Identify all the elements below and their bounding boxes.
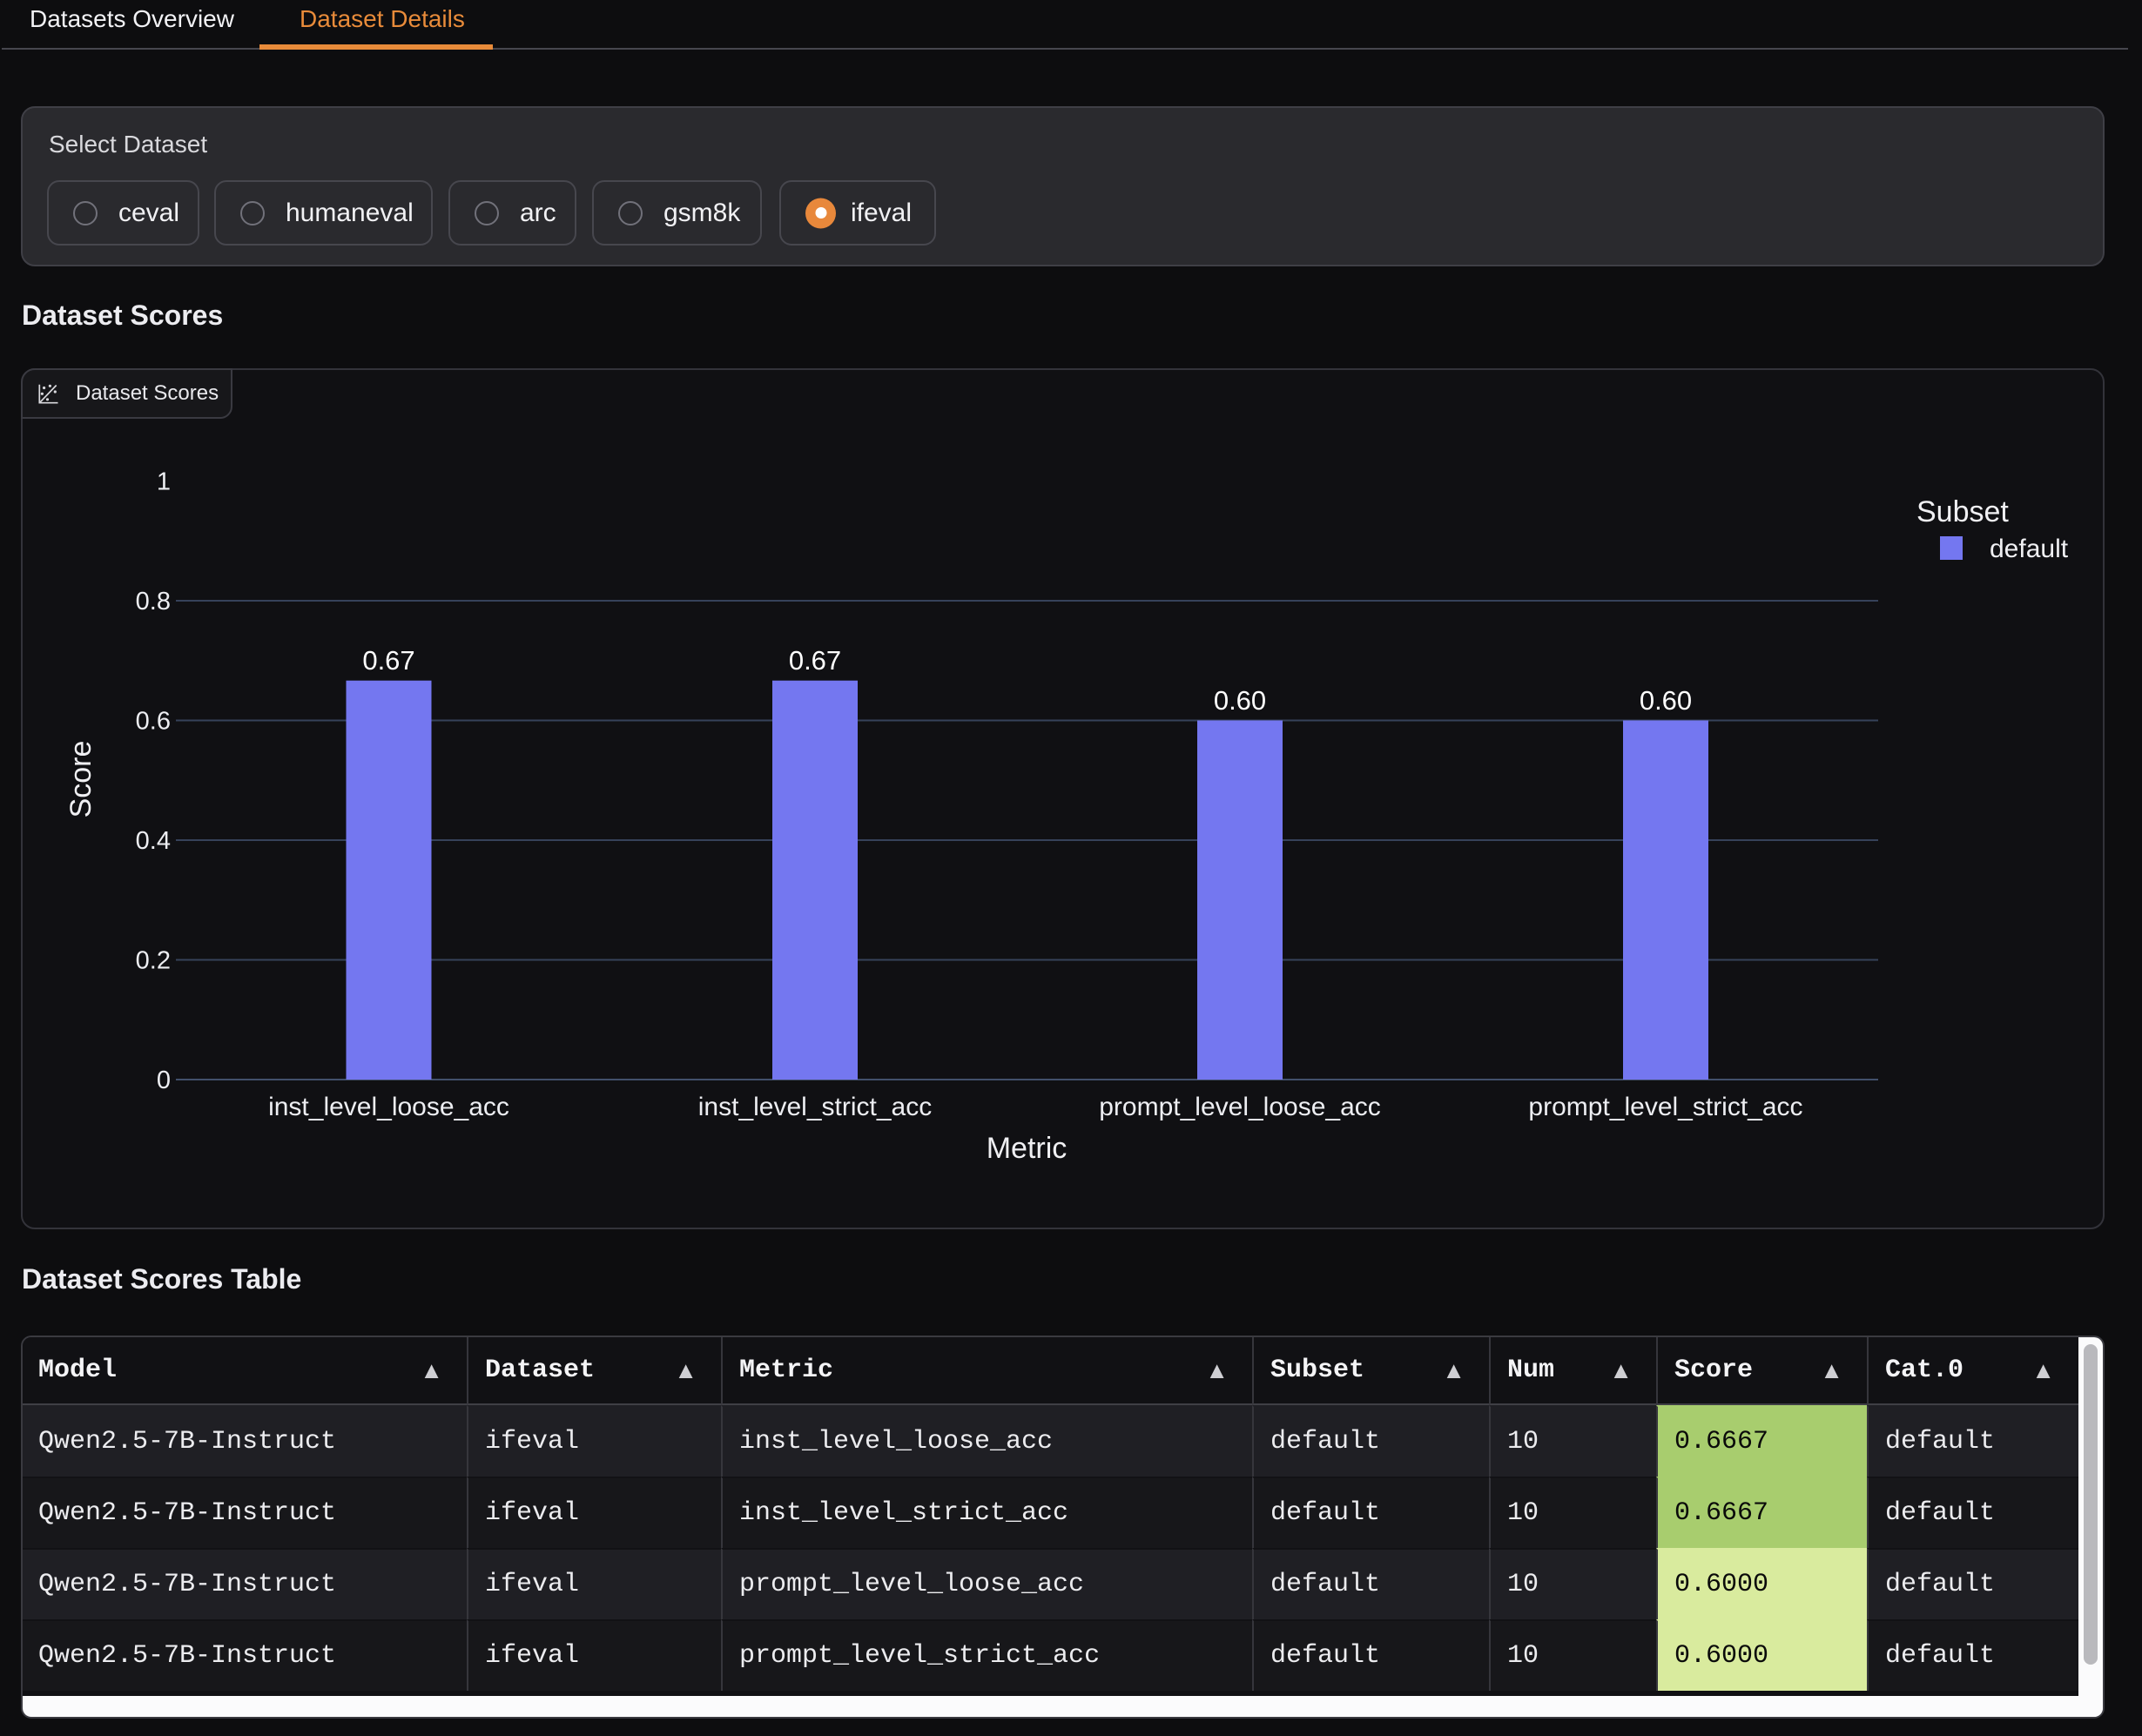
svg-text:0.60: 0.60: [1640, 685, 1692, 716]
svg-text:default: default: [1990, 535, 2069, 563]
svg-text:0.67: 0.67: [789, 645, 841, 676]
svg-text:prompt_level_strict_acc: prompt_level_strict_acc: [1528, 1093, 1802, 1121]
svg-text:Metric: Metric: [987, 1132, 1068, 1165]
svg-text:0.60: 0.60: [1214, 685, 1266, 716]
svg-text:Subset: Subset: [1916, 495, 2009, 528]
svg-text:Score: Score: [64, 741, 98, 818]
svg-text:inst_level_loose_acc: inst_level_loose_acc: [268, 1093, 509, 1121]
svg-text:0.67: 0.67: [362, 645, 414, 676]
svg-text:0.4: 0.4: [136, 827, 171, 855]
svg-text:prompt_level_loose_acc: prompt_level_loose_acc: [1099, 1093, 1381, 1121]
svg-text:1: 1: [157, 468, 171, 496]
svg-text:0.6: 0.6: [136, 708, 171, 736]
svg-text:0: 0: [157, 1066, 171, 1094]
svg-text:0.2: 0.2: [136, 947, 171, 975]
svg-text:inst_level_strict_acc: inst_level_strict_acc: [698, 1093, 932, 1121]
svg-text:0.8: 0.8: [136, 588, 171, 616]
